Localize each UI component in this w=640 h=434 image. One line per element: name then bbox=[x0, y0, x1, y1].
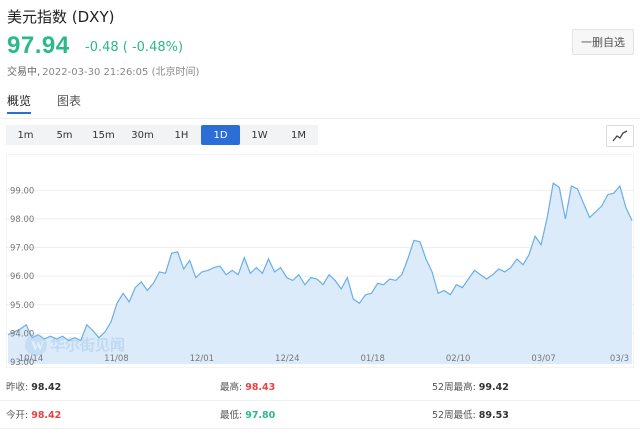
y-tick-label: 96.00 bbox=[10, 272, 34, 282]
x-tick-label: 02/10 bbox=[446, 354, 471, 364]
stat-open: 今开: 98.42 bbox=[6, 407, 61, 421]
period-15m[interactable]: 15m bbox=[84, 125, 123, 145]
stat-value: 98.42 bbox=[31, 410, 62, 421]
stat-value: 98.42 bbox=[31, 382, 62, 393]
x-tick-label: 10/14 bbox=[19, 354, 44, 364]
timestamp: 2022-03-30 21:26:05 (北京时间) bbox=[42, 67, 200, 78]
status-text: 交易中, bbox=[7, 67, 41, 78]
period-30m[interactable]: 30m bbox=[123, 125, 162, 145]
tab-overview-label: 概览 bbox=[7, 94, 32, 108]
price-chart: 99.00 98.00 97.00 96.00 95.00 94.00 93.00 10/1… bbox=[5, 153, 635, 369]
stat-label: 52周最低: bbox=[432, 410, 476, 421]
stat-value: 99.42 bbox=[478, 382, 509, 393]
stat-label: 今开: bbox=[6, 410, 29, 421]
tab-chart[interactable]: 图表 bbox=[57, 92, 81, 109]
line-chart-icon bbox=[612, 130, 628, 142]
x-tick-label: 03/3 bbox=[610, 354, 629, 364]
trading-status: 交易中, 2022-03-30 21:26:05 (北京时间) bbox=[7, 63, 199, 78]
stats-row: 今开: 98.42 最低: 97.80 52周最低: 89.53 bbox=[0, 400, 640, 429]
stat-label: 最低: bbox=[220, 410, 243, 421]
stat-label: 52周最高: bbox=[432, 382, 476, 393]
tab-chart-label: 图表 bbox=[57, 94, 82, 108]
x-tick-label: 01/18 bbox=[360, 354, 385, 364]
remove-watchlist-button[interactable]: 一删自选 bbox=[572, 29, 634, 55]
stat-52w-high: 52周最高: 99.42 bbox=[432, 379, 509, 393]
y-tick-label: 95.00 bbox=[10, 301, 34, 311]
y-tick-label: 99.00 bbox=[10, 186, 34, 196]
watermark-text: 华尔街见闻 bbox=[50, 336, 125, 354]
tab-overview[interactable]: 概览 bbox=[7, 92, 32, 114]
stat-high: 最高: 98.43 bbox=[220, 379, 275, 393]
period-1m[interactable]: 1m bbox=[6, 125, 45, 145]
period-selector: 1m 5m 15m 30m 1H 1D 1W 1M bbox=[6, 125, 318, 145]
period-1mo[interactable]: 1M bbox=[279, 125, 318, 145]
stat-52w-low: 52周最低: 89.53 bbox=[432, 407, 509, 421]
stat-value: 98.43 bbox=[245, 382, 276, 393]
y-tick-label: 98.00 bbox=[10, 215, 34, 225]
watermark: W 华尔街见闻 bbox=[25, 334, 125, 356]
stat-low: 最低: 97.80 bbox=[220, 407, 275, 421]
current-price: 97.94 bbox=[7, 32, 70, 59]
x-tick-label: 12/24 bbox=[275, 354, 300, 364]
price-change: -0.48 ( -0.48%) bbox=[85, 40, 184, 55]
x-tick-label: 03/07 bbox=[531, 354, 556, 364]
svg-text:W: W bbox=[31, 338, 44, 353]
chart-type-button[interactable] bbox=[606, 125, 634, 147]
stat-prev-close: 昨收: 98.42 bbox=[6, 379, 61, 393]
stat-label: 昨收: bbox=[6, 382, 29, 393]
page-title: 美元指数 (DXY) bbox=[7, 8, 115, 26]
tab-divider bbox=[0, 118, 640, 119]
period-5m[interactable]: 5m bbox=[45, 125, 84, 145]
stat-label: 最高: bbox=[220, 382, 243, 393]
stat-value: 89.53 bbox=[478, 410, 509, 421]
active-tab-indicator bbox=[7, 112, 31, 114]
stats-row: 昨收: 98.42 最高: 98.43 52周最高: 99.42 bbox=[0, 372, 640, 401]
x-tick-label: 12/01 bbox=[190, 354, 215, 364]
period-1d[interactable]: 1D bbox=[201, 125, 240, 145]
stat-value: 97.80 bbox=[245, 410, 276, 421]
period-1h[interactable]: 1H bbox=[162, 125, 201, 145]
x-tick-label: 11/08 bbox=[104, 354, 129, 364]
price-chart-svg: 99.0098.0097.0096.0095.0094.0093.00 10/1… bbox=[5, 153, 635, 369]
period-1w[interactable]: 1W bbox=[240, 125, 279, 145]
y-tick-label: 97.00 bbox=[10, 244, 34, 254]
